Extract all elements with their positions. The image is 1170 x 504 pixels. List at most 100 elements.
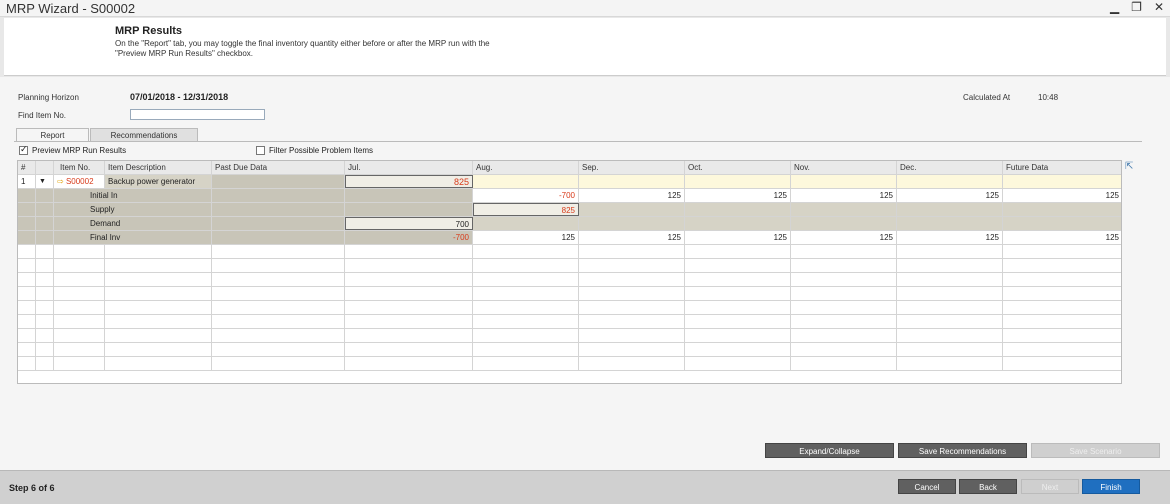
- aug-cell[interactable]: 825: [473, 203, 579, 216]
- empty-cell: [685, 287, 791, 300]
- oct-cell: [685, 203, 791, 216]
- table-row: Demand 700: [18, 217, 1121, 231]
- table-row: Supply 825: [18, 203, 1121, 217]
- expand-collapse-button[interactable]: Expand/Collapse: [765, 443, 894, 458]
- collapse-caret-icon[interactable]: ▼: [36, 175, 54, 188]
- empty-cell: [18, 357, 36, 370]
- sep-cell: [579, 203, 685, 216]
- empty-row: [18, 301, 1121, 315]
- empty-cell: [345, 259, 473, 272]
- empty-cell: [105, 273, 212, 286]
- empty-cell: [36, 301, 54, 314]
- aug-cell: [473, 175, 579, 188]
- col-header-nov[interactable]: Nov.: [791, 161, 897, 174]
- col-header-description[interactable]: Item Description: [105, 161, 212, 174]
- empty-cell: [473, 329, 579, 342]
- empty-cell: [345, 315, 473, 328]
- empty-cell: [105, 315, 212, 328]
- col-header-sep[interactable]: Sep.: [579, 161, 685, 174]
- empty-row: [18, 245, 1121, 259]
- save-recommendations-button[interactable]: Save Recommendations: [898, 443, 1027, 458]
- close-icon[interactable]: ✕: [1154, 0, 1164, 14]
- wizard-banner: MRP Results On the "Report" tab, you may…: [4, 18, 1166, 76]
- empty-row: [18, 259, 1121, 273]
- empty-cell: [473, 357, 579, 370]
- empty-cell: [18, 273, 36, 286]
- col-header-aug[interactable]: Aug.: [473, 161, 579, 174]
- empty-cell: [685, 343, 791, 356]
- step-indicator: Step 6 of 6: [9, 483, 55, 493]
- save-scenario-button: Save Scenario: [1031, 443, 1160, 458]
- row-label: Supply: [54, 203, 212, 216]
- col-header-jul[interactable]: Jul.: [345, 161, 473, 174]
- empty-cell: [18, 245, 36, 258]
- checkbox-checked-icon[interactable]: [19, 144, 28, 155]
- aug-cell: -700: [473, 189, 579, 202]
- cancel-button[interactable]: Cancel: [898, 479, 956, 494]
- finish-button[interactable]: Finish: [1082, 479, 1140, 494]
- sep-cell: 125: [579, 231, 685, 244]
- empty-cell: [36, 329, 54, 342]
- item-no-cell[interactable]: ⇨ S00002: [54, 175, 105, 188]
- jul-cell[interactable]: 825: [345, 175, 473, 188]
- empty-cell: [18, 343, 36, 356]
- oct-cell: 125: [685, 231, 791, 244]
- sep-cell: [579, 175, 685, 188]
- empty-cell: [345, 329, 473, 342]
- checkbox-unchecked-icon[interactable]: [256, 146, 265, 155]
- col-header-oct[interactable]: Oct.: [685, 161, 791, 174]
- empty-cell: [579, 259, 685, 272]
- empty-cell: [1003, 287, 1121, 300]
- link-arrow-icon[interactable]: ⇨: [57, 177, 64, 186]
- empty-cell: [212, 259, 345, 272]
- tab-recommendations[interactable]: Recommendations: [90, 128, 198, 142]
- empty-cell: [473, 343, 579, 356]
- restore-icon[interactable]: ❐: [1131, 0, 1142, 14]
- empty-cell: [212, 357, 345, 370]
- table-header: # Item No. Item Description Past Due Dat…: [18, 161, 1121, 175]
- planning-horizon-value: 07/01/2018 - 12/31/2018: [130, 92, 229, 102]
- find-item-label: Find Item No.: [18, 111, 67, 120]
- filter-problems-checkbox[interactable]: Filter Possible Problem Items: [256, 146, 373, 155]
- item-no-value: S00002: [65, 177, 94, 186]
- empty-cell: [36, 343, 54, 356]
- empty-cell: [791, 273, 897, 286]
- empty-cell: [791, 301, 897, 314]
- col-header-past-due[interactable]: Past Due Data: [212, 161, 345, 174]
- jul-cell[interactable]: 700: [345, 217, 473, 230]
- empty-cell: [105, 259, 212, 272]
- jul-cell: -700: [345, 231, 473, 244]
- empty-cell: [212, 245, 345, 258]
- row-label: Final Inv: [54, 231, 212, 244]
- filter-problems-label: Filter Possible Problem Items: [269, 146, 374, 155]
- empty-row: [18, 287, 1121, 301]
- empty-cell: [685, 245, 791, 258]
- empty-cell: [791, 315, 897, 328]
- table-row[interactable]: 1 ▼ ⇨ S00002 Backup power generator 825: [18, 175, 1121, 189]
- empty-cell: [105, 343, 212, 356]
- empty-cell: [212, 329, 345, 342]
- row-label: Initial In: [54, 189, 212, 202]
- col-header-dec[interactable]: Dec.: [897, 161, 1003, 174]
- dec-cell: [897, 203, 1003, 216]
- empty-cell: [54, 301, 105, 314]
- col-header-item-no[interactable]: Item No.: [54, 161, 105, 174]
- col-header-future[interactable]: Future Data: [1003, 161, 1121, 174]
- table-row: Final Inv -700 125 125 125 125 125 125: [18, 231, 1121, 245]
- empty-cell: [685, 259, 791, 272]
- empty-cell: [791, 245, 897, 258]
- minimize-icon[interactable]: ▁: [1110, 0, 1119, 14]
- empty-cell: [54, 273, 105, 286]
- empty-cell: [1003, 329, 1121, 342]
- tab-report[interactable]: Report: [16, 128, 89, 142]
- preview-run-label: Preview MRP Run Results: [32, 146, 127, 155]
- empty-cell: [18, 259, 36, 272]
- find-item-input[interactable]: [130, 109, 265, 120]
- oct-cell: [685, 217, 791, 230]
- empty-cell: [212, 301, 345, 314]
- back-button[interactable]: Back: [959, 479, 1017, 494]
- empty-cell: [36, 315, 54, 328]
- preview-run-checkbox[interactable]: Preview MRP Run Results: [19, 144, 127, 155]
- expand-grid-icon[interactable]: ⇱: [1125, 161, 1133, 172]
- empty-cell: [791, 329, 897, 342]
